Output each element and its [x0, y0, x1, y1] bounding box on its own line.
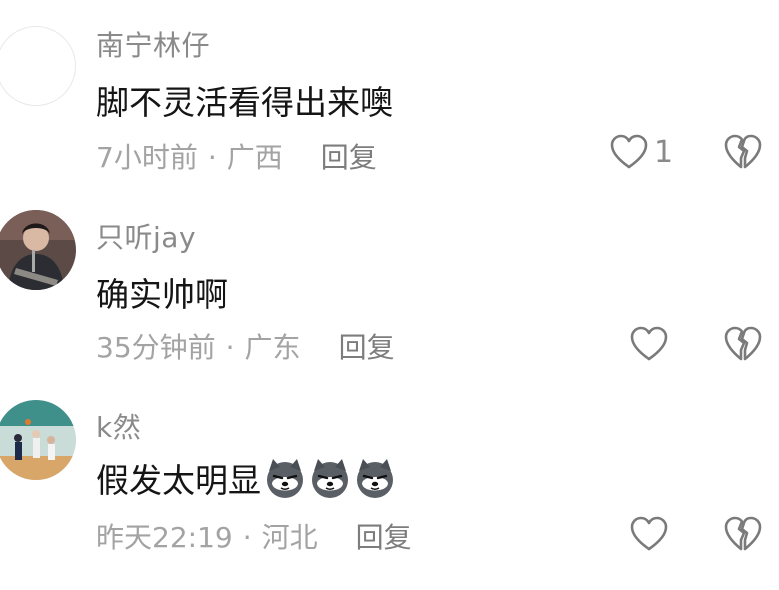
meta-separator: ·	[242, 521, 252, 554]
heart-icon	[610, 134, 648, 169]
comment-time: 7小时前	[96, 141, 198, 174]
comment-location: 广东	[244, 331, 301, 364]
broken-heart-icon	[724, 134, 762, 169]
comment-meta: 35分钟前 · 广东 回复	[96, 326, 395, 366]
comment-username[interactable]: 南宁林仔	[96, 24, 210, 64]
reply-button[interactable]: 回复	[356, 521, 412, 554]
meta-separator: ·	[207, 141, 217, 174]
dislike-button[interactable]	[724, 326, 762, 366]
comment-time: 昨天22:19	[96, 521, 233, 554]
comment-item: 只听jay 确实帅啊 35分钟前 · 广东 回复	[0, 190, 779, 380]
singer-photo	[0, 210, 76, 290]
comment-location: 广西	[226, 141, 283, 174]
husky-dog-emoji	[264, 457, 306, 499]
like-count: 1	[654, 134, 674, 170]
reply-button[interactable]: 回复	[321, 141, 377, 174]
reply-button[interactable]: 回复	[339, 331, 395, 364]
husky-dog-emoji	[309, 457, 351, 499]
husky-dog-emoji	[354, 457, 396, 499]
broken-heart-icon	[724, 326, 762, 361]
dislike-button[interactable]	[724, 134, 762, 174]
avatar[interactable]	[0, 210, 76, 290]
avatar[interactable]	[0, 400, 76, 480]
comment-meta: 昨天22:19 · 河北 回复	[96, 516, 412, 556]
comment-text: 确实帅啊	[96, 275, 228, 314]
like-button[interactable]	[630, 326, 674, 362]
like-button[interactable]	[630, 516, 674, 552]
comment-item: 南宁林仔 脚不灵活看得出来噢 7小时前 · 广西 回复 1	[0, 0, 779, 190]
comment-username[interactable]: 只听jay	[96, 216, 196, 256]
heart-icon	[630, 326, 668, 361]
basketball-photo	[0, 400, 76, 480]
like-button[interactable]: 1	[610, 134, 673, 170]
comment-text: 假发太明显	[96, 461, 261, 500]
avatar[interactable]	[0, 26, 76, 106]
comment-username[interactable]: k然	[96, 406, 141, 446]
dislike-button[interactable]	[724, 516, 762, 556]
comment-text-row: 假发太明显	[96, 454, 396, 502]
heart-icon	[630, 516, 668, 551]
comment-meta: 7小时前 · 广西 回复	[96, 136, 377, 176]
comment-location: 河北	[261, 521, 318, 554]
comment-item: k然 假发太明显 昨天22:19 · 河北 回复	[0, 382, 779, 572]
comment-time: 35分钟前	[96, 331, 216, 364]
comment-text: 脚不灵活看得出来噢	[96, 83, 393, 122]
broken-heart-icon	[724, 516, 762, 551]
meta-separator: ·	[225, 331, 235, 364]
